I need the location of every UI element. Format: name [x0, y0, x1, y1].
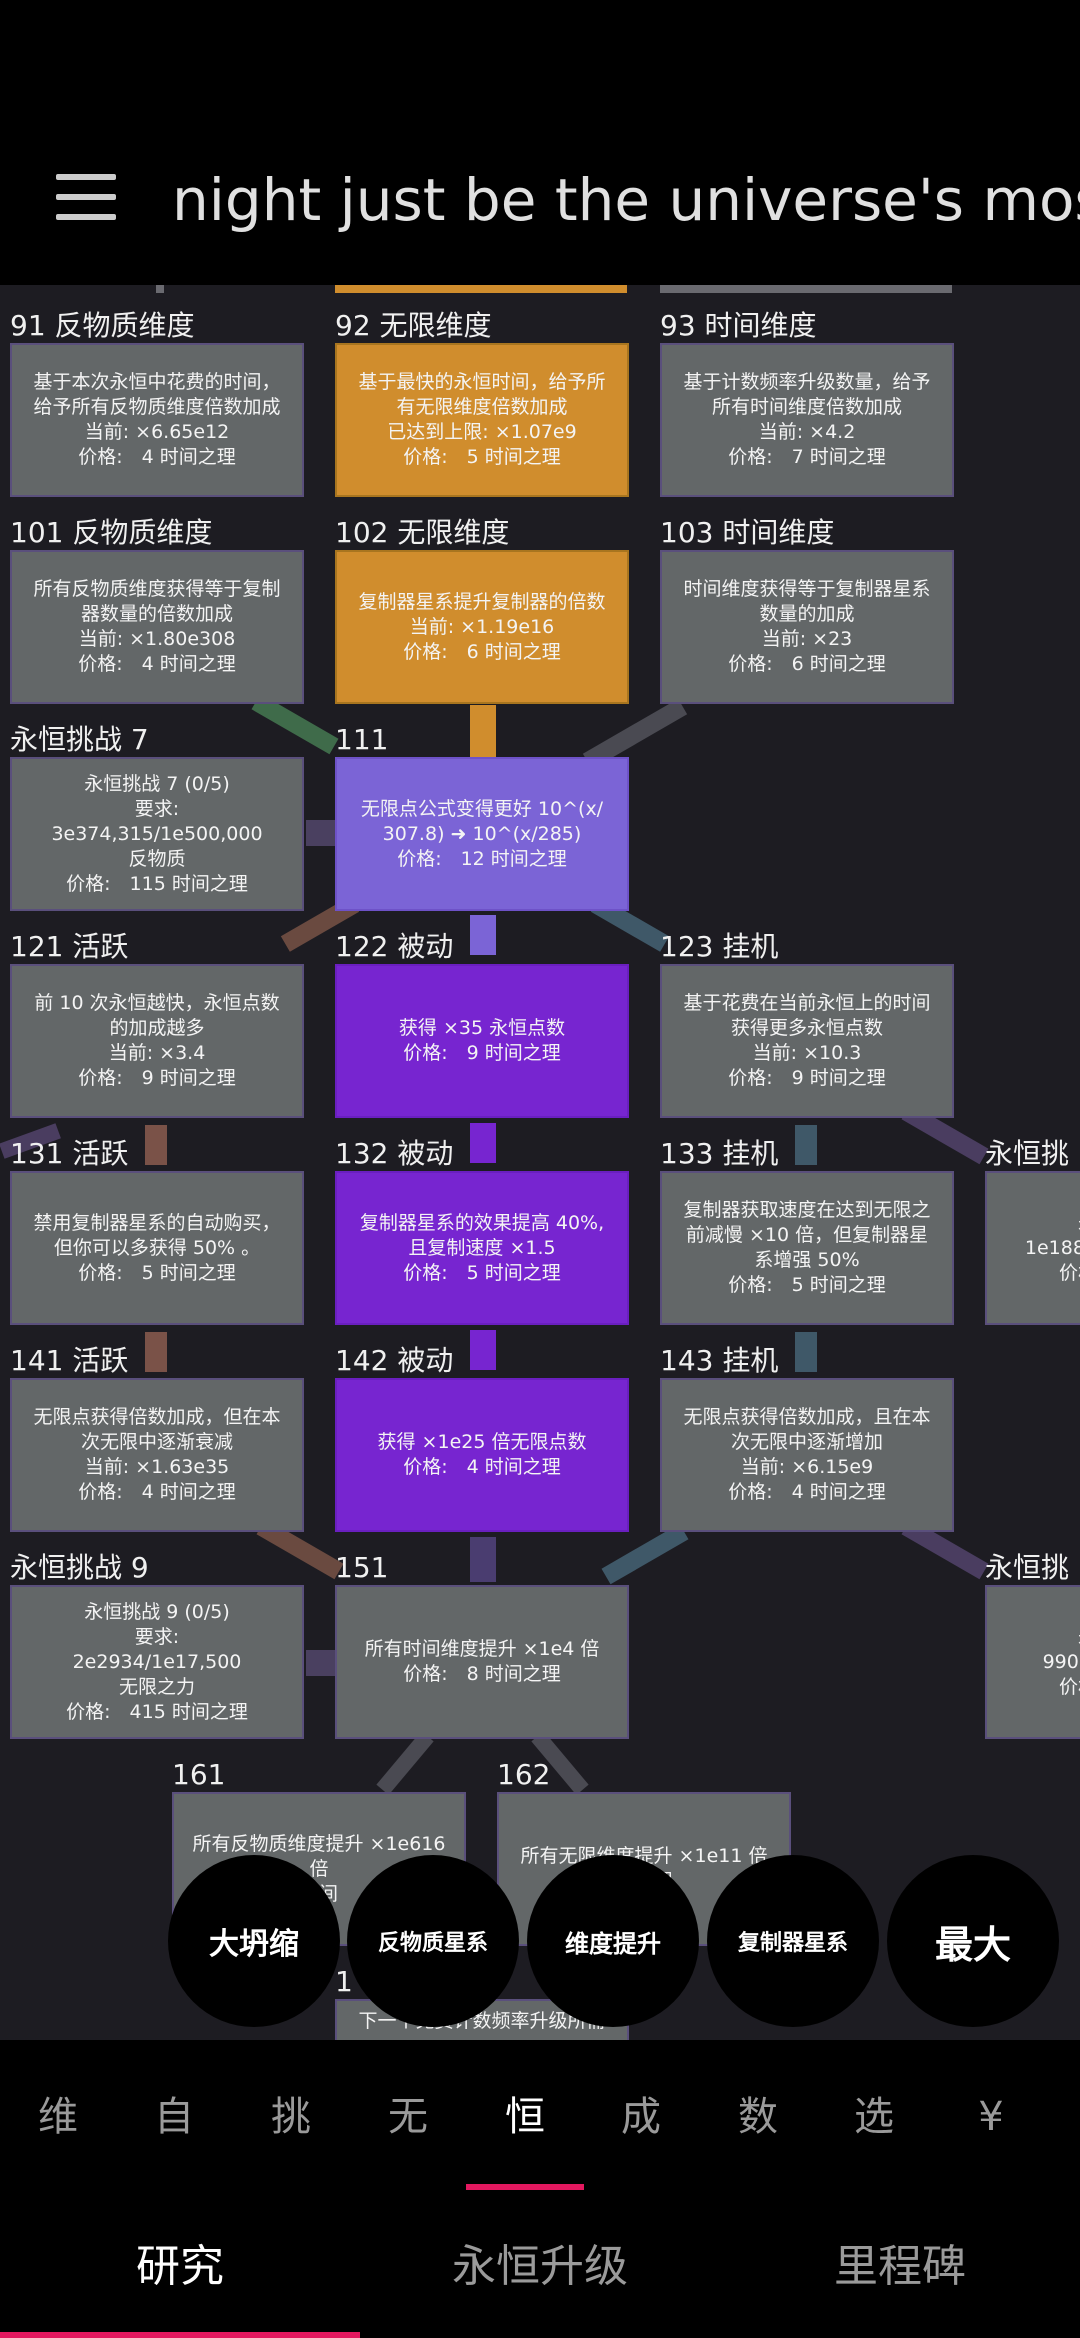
study-133[interactable]: 复制器获取速度在达到无限之 前减慢 ×10 倍，但复制器星 系增强 50% 价格…	[660, 1171, 954, 1325]
time-study-tree[interactable]: 91 反物质维度 基于本次永恒中花费的时间， 给予所有反物质维度倍数加成 当前:…	[0, 285, 1080, 2040]
eternity-challenge-9[interactable]: 永恒挑战 9 (0/5) 要求: 2e2934/1e17,500 无限之力 价格…	[10, 1585, 304, 1739]
study-label-143: 143 挂机	[660, 1344, 779, 1377]
subtab-options[interactable]: 选	[834, 2082, 914, 2152]
study-label-161: 161	[172, 1758, 226, 1791]
connector	[306, 1650, 336, 1676]
eternity-challenge-label-7: 永恒挑战 7	[10, 723, 149, 756]
connector	[470, 1123, 496, 1163]
tab-eternity-upgrades[interactable]: 永恒升级	[400, 2232, 680, 2302]
study-label-93: 93 时间维度	[660, 309, 817, 342]
study-122[interactable]: 获得 ×35 永恒点数 价格: 9 时间之理	[335, 964, 629, 1118]
study-111[interactable]: 无限点公式变得更好 10^(x/ 307.8) ➜ 10^(x/285) 价格:…	[335, 757, 629, 911]
study-label-91: 91 反物质维度	[10, 309, 195, 342]
study-123[interactable]: 基于花费在当前永恒上的时间 获得更多永恒点数 当前: ×10.3 价格: 9 时…	[660, 964, 954, 1118]
study-label-111: 111	[335, 723, 389, 756]
study-91[interactable]: 基于本次永恒中花费的时间， 给予所有反物质维度倍数加成 当前: ×6.65e12…	[10, 343, 304, 497]
subtab-active-indicator	[466, 2184, 584, 2190]
news-ticker: night just be the universe's most	[172, 166, 1080, 234]
max-button[interactable]: 最大	[887, 1855, 1059, 2027]
subtab-challenges[interactable]: 挑	[251, 2082, 331, 2152]
study-label-102: 102 无限维度	[335, 516, 510, 549]
connector	[335, 285, 627, 293]
subtab-dimensions[interactable]: 维	[18, 2082, 98, 2152]
study-label-131: 131 活跃	[10, 1137, 129, 1170]
study-101[interactable]: 所有反物质维度获得等于复制 器数量的倍数加成 当前: ×1.80e308 价格:…	[10, 550, 304, 704]
study-label-141: 141 活跃	[10, 1344, 129, 1377]
connector	[306, 820, 336, 846]
connector	[156, 285, 164, 293]
connector	[795, 1332, 817, 1372]
dimension-boost-button[interactable]: 维度提升	[527, 1855, 699, 2027]
study-103[interactable]: 时间维度获得等于复制器星系 数量的加成 当前: ×23 价格: 6 时间之理	[660, 550, 954, 704]
eternity-challenge-label-right-2: 永恒挑	[985, 1551, 1070, 1584]
replicanti-galaxy-button[interactable]: 复制器星系	[707, 1855, 879, 2027]
connector	[376, 1731, 434, 1795]
subtab-shop[interactable]: ¥	[951, 2082, 1031, 2152]
study-141[interactable]: 无限点获得倍数加成，但在本 次无限中逐渐衰减 当前: ×1.63e35 价格: …	[10, 1378, 304, 1532]
subtab-statistics[interactable]: 数	[718, 2082, 798, 2152]
eternity-challenge-right-2[interactable]: 永 990,8 价格	[985, 1585, 1080, 1739]
study-label-142: 142 被动	[335, 1344, 454, 1377]
subtab-eternity[interactable]: 恒	[485, 2082, 565, 2152]
connector	[795, 1125, 817, 1165]
connector	[145, 1125, 167, 1165]
connector	[470, 1330, 496, 1370]
subtab-infinity[interactable]: 无	[368, 2082, 448, 2152]
connector	[660, 285, 952, 293]
study-143[interactable]: 无限点获得倍数加成，且在本 次无限中逐渐增加 当前: ×6.15e9 价格: 4…	[660, 1378, 954, 1532]
connector	[145, 1332, 167, 1372]
app-header: night just be the universe's most	[0, 0, 1080, 285]
study-label-171: 1	[335, 1965, 353, 1998]
study-label-122: 122 被动	[335, 930, 454, 963]
connector	[470, 705, 496, 760]
study-label-103: 103 时间维度	[660, 516, 835, 549]
eternity-challenge-7[interactable]: 永恒挑战 7 (0/5) 要求: 3e374,315/1e500,000 反物质…	[10, 757, 304, 911]
connector	[470, 1537, 496, 1582]
subtab-automation[interactable]: 自	[134, 2082, 214, 2152]
study-label-151: 151	[335, 1551, 389, 1584]
subtab-achievements[interactable]: 成	[601, 2082, 681, 2152]
study-131[interactable]: 禁用复制器星系的自动购买， 但你可以多获得 50% 。 价格: 5 时间之理	[10, 1171, 304, 1325]
study-93[interactable]: 基于计数频率升级数量，给予 所有时间维度倍数加成 当前: ×4.2 价格: 7 …	[660, 343, 954, 497]
study-label-121: 121 活跃	[10, 930, 129, 963]
big-crunch-button[interactable]: 大坍缩	[168, 1855, 340, 2027]
study-142[interactable]: 获得 ×1e25 倍无限点数 价格: 4 时间之理	[335, 1378, 629, 1532]
antimatter-galaxy-button[interactable]: 反物质星系	[347, 1855, 519, 2027]
connector	[601, 1523, 689, 1585]
tab-time-studies[interactable]: 研究	[60, 2232, 300, 2302]
hamburger-menu-icon[interactable]	[56, 174, 116, 220]
study-151[interactable]: 所有时间维度提升 ×1e4 倍 价格: 8 时间之理	[335, 1585, 629, 1739]
eternity-challenge-label-9: 永恒挑战 9	[10, 1551, 149, 1584]
study-label-132: 132 被动	[335, 1137, 454, 1170]
tab-milestones[interactable]: 里程碑	[780, 2232, 1020, 2302]
maintab-active-indicator	[0, 2332, 360, 2338]
eternity-challenge-right-1[interactable]: 永 1e1886 价格	[985, 1171, 1080, 1325]
study-121[interactable]: 前 10 次永恒越快，永恒点数 的加成越多 当前: ×3.4 价格: 9 时间之…	[10, 964, 304, 1118]
study-92[interactable]: 基于最快的永恒时间，给予所 有无限维度倍数加成 已达到上限: ×1.07e9 价…	[335, 343, 629, 497]
study-132[interactable]: 复制器星系的效果提高 40%, 且复制速度 ×1.5 价格: 5 时间之理	[335, 1171, 629, 1325]
study-label-101: 101 反物质维度	[10, 516, 213, 549]
study-label-162: 162	[497, 1758, 551, 1791]
study-102[interactable]: 复制器星系提升复制器的倍数 当前: ×1.19e16 价格: 6 时间之理	[335, 550, 629, 704]
study-label-133: 133 挂机	[660, 1137, 779, 1170]
eternity-challenge-label-right-1: 永恒挑	[985, 1137, 1070, 1170]
study-label-123: 123 挂机	[660, 930, 779, 963]
connector	[470, 915, 496, 955]
study-label-92: 92 无限维度	[335, 309, 492, 342]
